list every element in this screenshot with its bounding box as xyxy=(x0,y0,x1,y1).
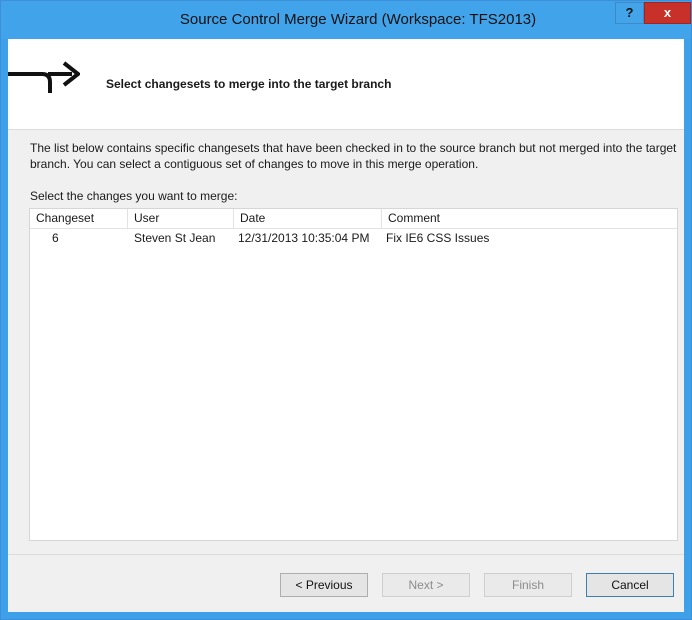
previous-button[interactable]: < Previous xyxy=(280,573,368,597)
header-band: Select changesets to merge into the targ… xyxy=(8,39,684,130)
cancel-button[interactable]: Cancel xyxy=(586,573,674,597)
finish-button[interactable]: Finish xyxy=(484,573,572,597)
wizard-window: Source Control Merge Wizard (Workspace: … xyxy=(0,0,692,620)
next-button[interactable]: Next > xyxy=(382,573,470,597)
table-row[interactable]: 6 Steven St Jean 12/31/2013 10:35:04 PM … xyxy=(30,230,677,248)
user-cell: Steven St Jean xyxy=(134,231,216,245)
merge-arrow-icon xyxy=(8,61,80,93)
comment-cell: Fix IE6 CSS Issues xyxy=(386,231,490,245)
window-title: Source Control Merge Wizard (Workspace: … xyxy=(179,11,537,28)
list-label: Select the changes you want to merge: xyxy=(30,189,238,203)
help-button[interactable]: ? xyxy=(615,2,644,24)
page-title: Select changesets to merge into the targ… xyxy=(106,77,392,91)
column-header-date[interactable]: Date xyxy=(234,209,382,228)
close-button[interactable]: x xyxy=(644,2,691,24)
column-header-comment[interactable]: Comment xyxy=(382,209,677,228)
wizard-body: Select changesets to merge into the targ… xyxy=(8,39,684,612)
changeset-cell: 6 xyxy=(52,231,59,245)
title-bar[interactable]: Source Control Merge Wizard (Workspace: … xyxy=(1,1,691,39)
changeset-list[interactable]: Changeset User Date Comment 6 Steven St … xyxy=(29,208,678,541)
description-text: The list below contains specific changes… xyxy=(30,141,677,171)
date-cell: 12/31/2013 10:35:04 PM xyxy=(238,231,370,245)
footer-divider xyxy=(8,554,684,555)
column-header-changeset[interactable]: Changeset xyxy=(30,209,128,228)
column-header-user[interactable]: User xyxy=(128,209,234,228)
list-header: Changeset User Date Comment xyxy=(30,209,677,229)
